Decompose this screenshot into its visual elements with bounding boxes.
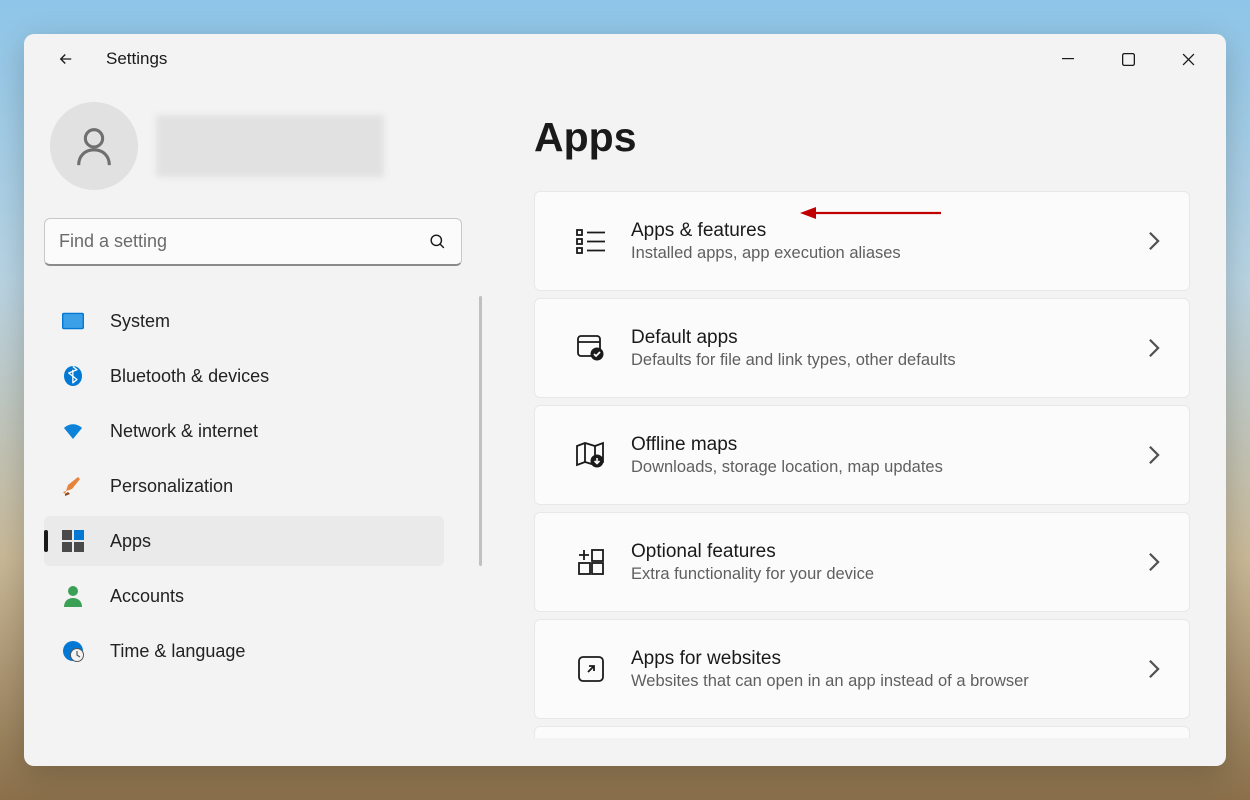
settings-cards: Apps & features Installed apps, app exec… bbox=[534, 191, 1190, 738]
chevron-right-icon bbox=[1147, 337, 1161, 359]
chevron-right-icon bbox=[1147, 658, 1161, 680]
minimize-icon bbox=[1062, 53, 1074, 65]
nav-label: Bluetooth & devices bbox=[110, 366, 269, 387]
nav-label: Network & internet bbox=[110, 421, 258, 442]
chevron-right-icon bbox=[1147, 230, 1161, 252]
card-subtitle: Websites that can open in an app instead… bbox=[631, 672, 1147, 691]
minimize-button[interactable] bbox=[1038, 39, 1098, 79]
system-icon bbox=[62, 310, 84, 332]
back-button[interactable] bbox=[46, 39, 86, 79]
card-partial-next[interactable] bbox=[534, 726, 1190, 738]
search-icon bbox=[428, 232, 447, 251]
default-apps-icon bbox=[563, 333, 619, 363]
card-title: Offline maps bbox=[631, 434, 1147, 456]
card-apps-websites[interactable]: Apps for websites Websites that can open… bbox=[534, 619, 1190, 719]
settings-window: Settings bbox=[24, 34, 1226, 766]
card-subtitle: Defaults for file and link types, other … bbox=[631, 351, 1147, 370]
time-language-icon bbox=[62, 640, 84, 662]
sidebar: System Bluetooth & devices Network & int… bbox=[24, 84, 494, 766]
close-icon bbox=[1182, 53, 1195, 66]
nav-label: Accounts bbox=[110, 586, 184, 607]
bluetooth-icon bbox=[62, 365, 84, 387]
nav-item-time-language[interactable]: Time & language bbox=[44, 626, 444, 676]
wifi-icon bbox=[62, 420, 84, 442]
nav-label: Time & language bbox=[110, 641, 245, 662]
user-profile[interactable] bbox=[44, 102, 494, 190]
search-input[interactable] bbox=[59, 231, 428, 252]
card-title: Default apps bbox=[631, 327, 1147, 349]
main-content: Apps Apps & features Installed apps, app… bbox=[494, 84, 1226, 766]
nav-label: Personalization bbox=[110, 476, 233, 497]
card-title: Apps & features bbox=[631, 220, 1147, 242]
offline-maps-icon bbox=[563, 440, 619, 470]
nav-item-network-internet[interactable]: Network & internet bbox=[44, 406, 444, 456]
sidebar-scrollbar[interactable] bbox=[479, 296, 483, 566]
close-button[interactable] bbox=[1158, 39, 1218, 79]
apps-features-icon bbox=[563, 227, 619, 255]
search-box[interactable] bbox=[44, 218, 462, 266]
card-title: Optional features bbox=[631, 541, 1147, 563]
maximize-icon bbox=[1122, 53, 1135, 66]
arrow-left-icon bbox=[57, 50, 75, 68]
card-offline-maps[interactable]: Offline maps Downloads, storage location… bbox=[534, 405, 1190, 505]
nav-label: Apps bbox=[110, 531, 151, 552]
window-controls bbox=[1038, 39, 1218, 79]
avatar bbox=[50, 102, 138, 190]
nav-item-system[interactable]: System bbox=[44, 296, 444, 346]
chevron-right-icon bbox=[1147, 551, 1161, 573]
maximize-button[interactable] bbox=[1098, 39, 1158, 79]
accounts-icon bbox=[62, 585, 84, 607]
chevron-right-icon bbox=[1147, 444, 1161, 466]
nav-item-personalization[interactable]: Personalization bbox=[44, 461, 444, 511]
card-subtitle: Downloads, storage location, map updates bbox=[631, 458, 1147, 477]
optional-features-icon bbox=[563, 546, 619, 578]
paintbrush-icon bbox=[62, 475, 84, 497]
window-title: Settings bbox=[106, 49, 167, 69]
page-title: Apps bbox=[534, 114, 1190, 161]
card-subtitle: Installed apps, app execution aliases bbox=[631, 244, 1147, 263]
card-subtitle: Extra functionality for your device bbox=[631, 565, 1147, 584]
apps-websites-icon bbox=[563, 654, 619, 684]
card-optional-features[interactable]: Optional features Extra functionality fo… bbox=[534, 512, 1190, 612]
nav-label: System bbox=[110, 311, 170, 332]
titlebar: Settings bbox=[24, 34, 1226, 84]
card-default-apps[interactable]: Default apps Defaults for file and link … bbox=[534, 298, 1190, 398]
user-info-redacted bbox=[156, 115, 384, 177]
nav-list: System Bluetooth & devices Network & int… bbox=[44, 296, 494, 676]
card-title: Apps for websites bbox=[631, 648, 1147, 670]
nav-item-bluetooth-devices[interactable]: Bluetooth & devices bbox=[44, 351, 444, 401]
nav-item-accounts[interactable]: Accounts bbox=[44, 571, 444, 621]
card-apps-features[interactable]: Apps & features Installed apps, app exec… bbox=[534, 191, 1190, 291]
apps-icon bbox=[62, 530, 84, 552]
person-icon bbox=[71, 123, 117, 169]
nav-item-apps[interactable]: Apps bbox=[44, 516, 444, 566]
